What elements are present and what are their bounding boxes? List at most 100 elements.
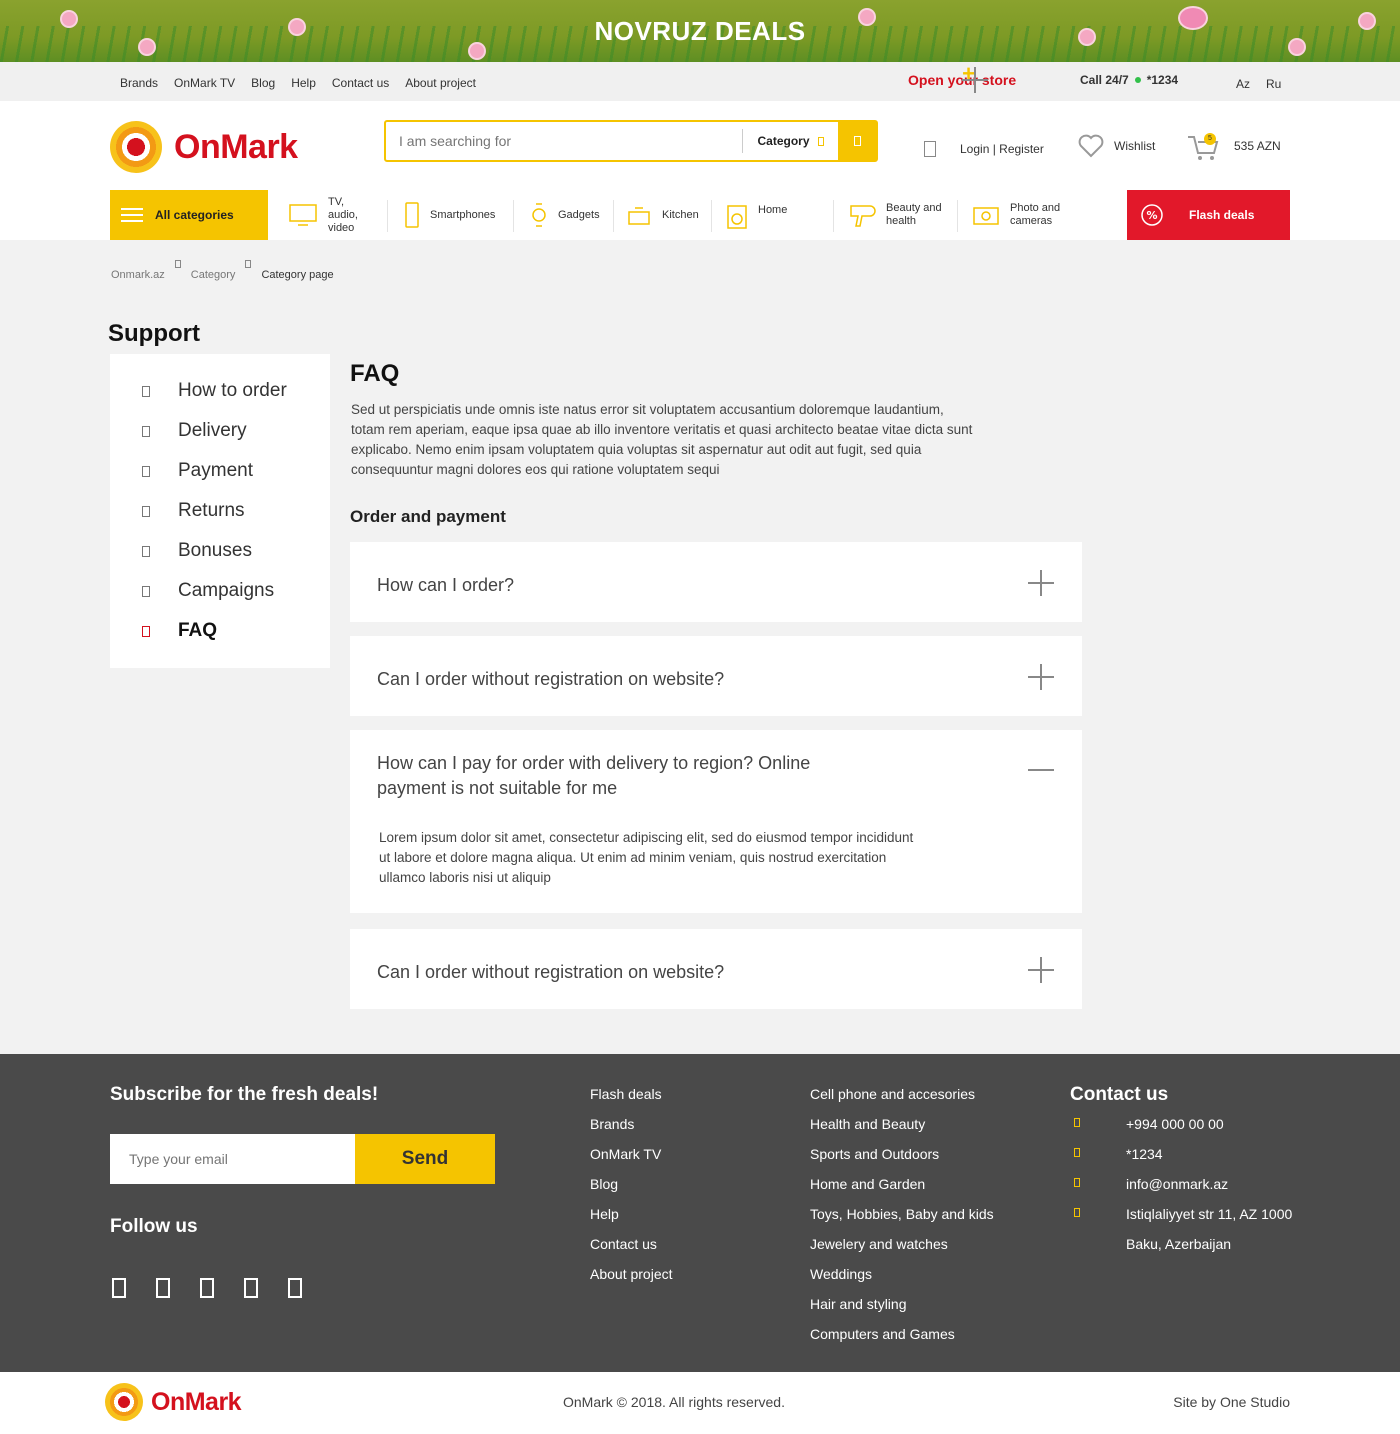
youtube-icon[interactable] bbox=[244, 1278, 258, 1298]
sidebar-item-label: Bonuses bbox=[178, 540, 252, 561]
instagram-icon[interactable] bbox=[156, 1278, 170, 1298]
footer-link[interactable]: Weddings bbox=[810, 1266, 994, 1296]
nav-item-gadgets[interactable]: Gadgets bbox=[530, 190, 614, 240]
faq-item-expanded[interactable]: How can I pay for order with delivery to… bbox=[350, 730, 1082, 913]
footer-link[interactable]: Jewelery and watches bbox=[810, 1236, 994, 1266]
facebook-icon[interactable] bbox=[112, 1278, 126, 1298]
footer-link[interactable]: Cell phone and accesories bbox=[810, 1086, 994, 1116]
search-input[interactable] bbox=[386, 122, 742, 160]
sidebar-item-faq[interactable]: FAQ bbox=[142, 620, 217, 642]
sidebar-item-how-to-order[interactable]: How to order bbox=[142, 380, 287, 402]
faq-item[interactable]: Can I order without registration on webs… bbox=[350, 636, 1082, 716]
nav-item-smartphones[interactable]: Smartphones bbox=[404, 190, 514, 240]
top-links: Brands OnMark TV Blog Help Contact us Ab… bbox=[120, 76, 476, 90]
phone-icon bbox=[1074, 1118, 1080, 1127]
faq-item[interactable]: How can I order? bbox=[350, 542, 1082, 622]
wishlist-link[interactable]: Wishlist bbox=[1078, 134, 1155, 158]
faq-question: How can I order? bbox=[377, 575, 515, 595]
site-credit[interactable]: Site by One Studio bbox=[1173, 1394, 1290, 1410]
vk-icon[interactable] bbox=[288, 1278, 302, 1298]
faq-intro: Sed ut perspiciatis unde omnis iste natu… bbox=[351, 402, 973, 477]
footer-link[interactable]: OnMark TV bbox=[590, 1146, 673, 1176]
nav-item-tv[interactable]: TV, audio, video bbox=[288, 190, 388, 240]
all-categories-button[interactable]: All categories bbox=[110, 190, 268, 240]
top-link-blog[interactable]: Blog bbox=[251, 76, 275, 90]
footer-link[interactable]: Brands bbox=[590, 1116, 673, 1146]
contact-phone[interactable]: +994 000 00 00 bbox=[1072, 1116, 1292, 1146]
logo-text: OnMark bbox=[151, 1387, 242, 1416]
footer-link[interactable]: Computers and Games bbox=[810, 1326, 994, 1356]
top-link-brands[interactable]: Brands bbox=[120, 76, 158, 90]
collapse-minus-icon[interactable] bbox=[1028, 757, 1054, 783]
email-field[interactable] bbox=[110, 1134, 355, 1184]
lang-ru[interactable]: Ru bbox=[1266, 77, 1281, 91]
logo-text: OnMark bbox=[174, 127, 298, 166]
chevron-down-icon bbox=[817, 136, 824, 146]
footer-link[interactable]: Health and Beauty bbox=[810, 1116, 994, 1146]
footer: Subscribe for the fresh deals! Send Foll… bbox=[0, 1054, 1400, 1372]
expand-plus-icon[interactable] bbox=[1028, 957, 1054, 983]
footer-link[interactable]: Flash deals bbox=[590, 1086, 673, 1116]
footer-link[interactable]: About project bbox=[590, 1266, 673, 1296]
footer-link[interactable]: Hair and styling bbox=[810, 1296, 994, 1326]
all-categories-label: All categories bbox=[155, 208, 234, 222]
cart-link[interactable]: 5 535 AZN bbox=[1186, 131, 1281, 161]
send-button[interactable]: Send bbox=[355, 1134, 495, 1184]
location-icon bbox=[1074, 1208, 1080, 1217]
contact-value: *1234 bbox=[1126, 1146, 1163, 1162]
logo[interactable]: OnMark bbox=[110, 121, 298, 173]
top-link-help[interactable]: Help bbox=[291, 76, 316, 90]
nav-item-photo[interactable]: Photo and cameras bbox=[972, 190, 1072, 240]
breadcrumb-home[interactable]: Onmark.az bbox=[111, 269, 165, 281]
footer-link[interactable]: Help bbox=[590, 1206, 673, 1236]
faq-answer: Lorem ipsum dolor sit amet, consectetur … bbox=[379, 830, 914, 885]
camera-icon bbox=[973, 207, 999, 225]
cart-total: 535 AZN bbox=[1234, 139, 1281, 153]
contact-value: +994 000 00 00 bbox=[1126, 1116, 1224, 1132]
card-icon bbox=[142, 465, 150, 477]
pot-icon bbox=[628, 207, 650, 225]
breadcrumb: Onmark.az Category Category page bbox=[111, 260, 334, 281]
lang-az[interactable]: Az bbox=[1236, 77, 1250, 91]
contact-email[interactable]: info@onmark.az bbox=[1072, 1176, 1292, 1206]
top-link-onmark-tv[interactable]: OnMark TV bbox=[174, 76, 235, 90]
contact-short-number[interactable]: *1234 bbox=[1072, 1146, 1292, 1176]
twitter-icon[interactable] bbox=[200, 1278, 214, 1298]
top-link-about[interactable]: About project bbox=[405, 76, 476, 90]
sidebar-item-delivery[interactable]: Delivery bbox=[142, 420, 247, 442]
top-link-contact[interactable]: Contact us bbox=[332, 76, 389, 90]
expand-plus-icon[interactable] bbox=[1028, 570, 1054, 596]
expand-plus-icon[interactable] bbox=[1028, 664, 1054, 690]
faq-item[interactable]: Can I order without registration on webs… bbox=[350, 929, 1082, 1009]
nav-item-label: Gadgets bbox=[558, 208, 600, 221]
breadcrumb-category[interactable]: Category bbox=[191, 269, 236, 281]
nav-item-beauty[interactable]: Beauty and health bbox=[848, 190, 958, 240]
sidebar-item-campaigns[interactable]: Campaigns bbox=[142, 580, 274, 602]
promo-banner[interactable]: NOVRUZ DEALS bbox=[0, 0, 1400, 62]
nav-item-kitchen[interactable]: Kitchen bbox=[626, 190, 712, 240]
footer-link[interactable]: Home and Garden bbox=[810, 1176, 994, 1206]
language-switcher: Az Ru bbox=[1236, 77, 1281, 91]
footer-logo[interactable]: OnMark bbox=[105, 1383, 242, 1421]
search-button[interactable] bbox=[838, 122, 876, 160]
nav-item-home[interactable]: Home bbox=[726, 190, 834, 240]
online-dot-icon bbox=[1134, 77, 1141, 83]
footer-link[interactable]: Blog bbox=[590, 1176, 673, 1206]
washing-machine-icon bbox=[727, 205, 747, 229]
wishlist-label: Wishlist bbox=[1114, 139, 1156, 153]
footer-link[interactable]: Contact us bbox=[590, 1236, 673, 1266]
flash-deals-button[interactable]: % Flash deals bbox=[1127, 190, 1290, 240]
sidebar-item-bonuses[interactable]: Bonuses bbox=[142, 540, 252, 562]
footer-link[interactable]: Toys, Hobbies, Baby and kids bbox=[810, 1206, 994, 1236]
account-link[interactable]: Login | Register bbox=[924, 141, 1044, 157]
page-title: FAQ bbox=[350, 360, 400, 387]
faq-question: Can I order without registration on webs… bbox=[377, 669, 725, 689]
open-store-link[interactable]: + Open your store bbox=[908, 63, 1016, 93]
subscribe-form: Send bbox=[110, 1134, 495, 1184]
footer-link[interactable]: Sports and Outdoors bbox=[810, 1146, 994, 1176]
subscribe-title: Subscribe for the fresh deals! bbox=[110, 1084, 379, 1105]
sidebar-item-payment[interactable]: Payment bbox=[142, 460, 253, 482]
search-category-select[interactable]: Category bbox=[742, 129, 838, 153]
nav-item-label: TV, audio, video bbox=[328, 195, 358, 234]
sidebar-item-returns[interactable]: Returns bbox=[142, 500, 245, 522]
